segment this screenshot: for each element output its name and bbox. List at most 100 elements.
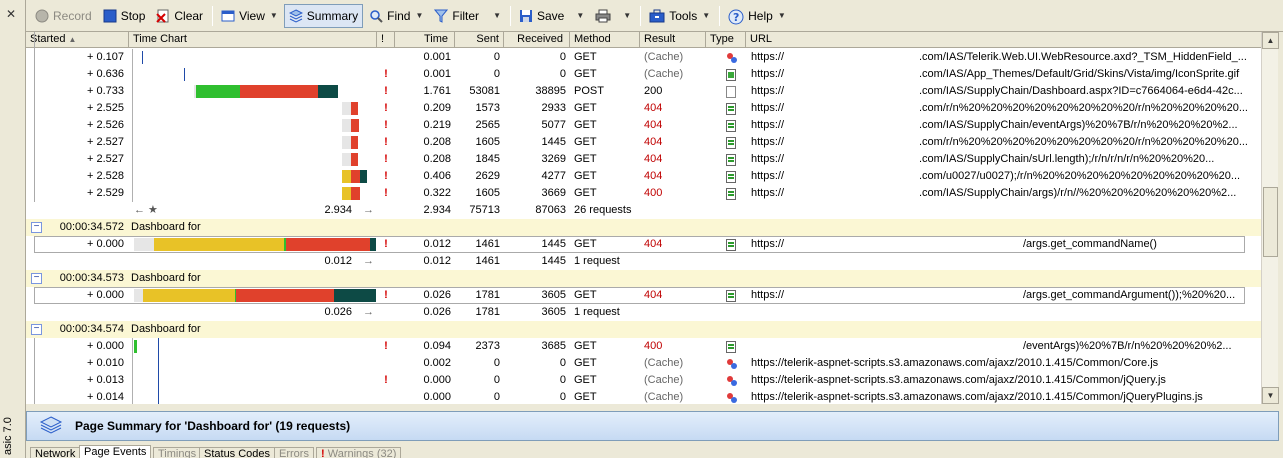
time-value: 0.322 [423, 187, 451, 199]
column-header-received[interactable]: Received [504, 32, 570, 48]
result-value: 404 [644, 170, 663, 182]
result-value: (Cache) [644, 68, 684, 80]
tab-warnings[interactable]: ! Warnings (32) [316, 447, 402, 458]
total-received: 1445 [541, 255, 566, 267]
request-count: 1 request [574, 306, 620, 318]
sent-value: 1605 [475, 187, 500, 199]
scroll-up-button[interactable]: ▲ [1262, 32, 1279, 49]
tools-menu-button[interactable]: Tools ▼ [644, 4, 715, 28]
collapse-icon[interactable]: − [31, 324, 42, 335]
column-header-result[interactable]: Result [640, 32, 706, 48]
method-value: GET [574, 68, 597, 80]
scroll-thumb[interactable] [1263, 187, 1278, 257]
close-icon[interactable]: ✕ [6, 7, 16, 21]
method-value: POST [574, 85, 604, 97]
method-value: GET [574, 374, 597, 386]
started-offset: + 0.000 [86, 340, 124, 352]
page-group-header[interactable]: − 00:00:34.574 Dashboard for [26, 321, 1261, 338]
page-group-header[interactable]: − 00:00:34.572 Dashboard for [26, 219, 1261, 236]
request-row[interactable]: + 2.527! 0.208 1605 1445 GET 404 https://.com/… [26, 134, 1261, 151]
page-group-header[interactable]: − 00:00:34.573 Dashboard for [26, 270, 1261, 287]
warning-icon [377, 389, 395, 404]
request-row[interactable]: + 2.525! 0.209 1573 2933 GET 404 https://.com/… [26, 100, 1261, 117]
time-value: 0.001 [423, 51, 451, 63]
result-value: (Cache) [644, 374, 684, 386]
request-row[interactable]: + 0.733! 1.761 53081 38895 POST 200 https://.c… [26, 83, 1261, 100]
column-header-url[interactable]: URL [746, 32, 1261, 48]
grid-header: Started ▲ Time Chart ! Time Sent Receive… [26, 32, 1261, 48]
save-icon [519, 9, 533, 23]
timeline-marker [132, 100, 133, 117]
print-menu-button[interactable]: ▼ [590, 4, 636, 28]
chevron-down-icon: ▼ [493, 11, 501, 20]
icon-js [726, 375, 737, 386]
side-label: asic 7.0 [2, 417, 14, 455]
column-header-warning[interactable]: ! [377, 32, 395, 48]
timeline-marker [132, 185, 133, 202]
request-row[interactable]: + 0.000! 0.012 1461 1445 GET 404 https:///args… [26, 236, 1261, 253]
find-menu-button[interactable]: Find ▼ [364, 4, 428, 28]
column-header-type[interactable]: Type [706, 32, 746, 48]
clear-button[interactable]: Clear [151, 4, 208, 28]
request-row[interactable]: + 0.013! 0.000 0 0 GET (Cache) https://telerik… [26, 372, 1261, 389]
request-row[interactable]: + 2.529! 0.322 1605 3669 GET 400 https://.com/… [26, 185, 1261, 202]
record-button[interactable]: Record [30, 4, 97, 28]
tab-page-events[interactable]: Page Events [79, 445, 152, 458]
request-row[interactable]: + 0.636! 0.001 0 0 GET (Cache) https://.com/IA… [26, 66, 1261, 83]
column-header-time[interactable]: Time [395, 32, 455, 48]
group-title: Dashboard for [131, 221, 201, 233]
url-path: .com/IAS/SupplyChain/eventArgs)%20%7B/r/… [919, 119, 1238, 131]
warning-icon: ! [384, 187, 388, 199]
warning-icon: ! [384, 85, 388, 97]
icon-img [726, 69, 736, 81]
scroll-down-button[interactable]: ▼ [1262, 387, 1279, 404]
request-row[interactable]: + 0.000! 0.026 1781 3605 GET 404 https:///args… [26, 287, 1261, 304]
timing-bar-segment [342, 119, 351, 132]
result-value: (Cache) [644, 357, 684, 369]
timing-bar-segment [318, 85, 338, 98]
column-header-time-chart[interactable]: Time Chart [129, 32, 377, 48]
tab-status-codes[interactable]: Status Codes [199, 447, 276, 458]
received-value: 2933 [541, 102, 566, 114]
page-summary-bar[interactable]: Page Summary for 'Dashboard for' (19 req… [26, 411, 1279, 441]
request-row[interactable]: + 2.528! 0.406 2629 4277 GET 404 https://.com/… [26, 168, 1261, 185]
time-value: 0.208 [423, 153, 451, 165]
collapse-icon[interactable]: − [31, 222, 42, 233]
request-row[interactable]: + 0.010 0.002 0 0 GET (Cache) https://telerik-… [26, 355, 1261, 372]
started-offset: + 0.010 [86, 357, 124, 369]
arrow-left-icon: ← ★ [134, 204, 158, 216]
stop-icon [103, 9, 117, 23]
request-row[interactable]: + 2.526! 0.219 2565 5077 GET 404 https://.com/… [26, 117, 1261, 134]
time-value: 0.001 [423, 68, 451, 80]
total-sent: 75713 [469, 204, 500, 216]
request-row[interactable]: + 0.014 0.000 0 0 GET (Cache) https://telerik-… [26, 389, 1261, 404]
warning-icon: ! [384, 340, 388, 352]
url-value: https://telerik-aspnet-scripts.s3.amazon… [751, 374, 1166, 386]
request-row[interactable]: + 0.107 0.001 0 0 GET (Cache) https://.com/IAS… [26, 49, 1261, 66]
vertical-scrollbar[interactable]: ▲ ▼ [1261, 32, 1279, 404]
column-header-method[interactable]: Method [570, 32, 640, 48]
tab-network[interactable]: Network [30, 447, 81, 458]
received-value: 3685 [541, 340, 566, 352]
tab-timings[interactable]: Timings [153, 447, 202, 458]
collapse-icon[interactable]: − [31, 273, 42, 284]
request-row[interactable]: + 2.527! 0.208 1845 3269 GET 404 https://.com/… [26, 151, 1261, 168]
summary-button[interactable]: Summary [283, 3, 364, 28]
record-icon [35, 9, 49, 23]
method-value: GET [574, 187, 597, 199]
stop-button[interactable]: Stop [98, 4, 151, 28]
url-path: .com/u0027/u0027);/r/n%20%20%20%20%20%20… [919, 170, 1241, 182]
column-header-sent[interactable]: Sent [455, 32, 504, 48]
request-row[interactable]: + 0.000! 0.094 2373 3685 GET 400/eventArgs)%2… [26, 338, 1261, 355]
help-menu-button[interactable]: ? Help ▼ [723, 4, 791, 28]
group-total-row: 0.026 → 0.026 1781 3605 1 request [26, 304, 1261, 321]
filter-menu-button[interactable]: Filter ▼ [429, 4, 506, 28]
sent-value: 0 [493, 68, 500, 80]
method-value: GET [574, 340, 597, 352]
view-icon [221, 9, 235, 23]
view-menu-button[interactable]: View ▼ [216, 4, 283, 28]
column-header-started[interactable]: Started ▲ [26, 32, 129, 48]
save-menu-button[interactable]: Save ▼ [514, 4, 589, 28]
tab-errors[interactable]: Errors [274, 447, 314, 458]
timeline-marker [158, 372, 159, 389]
